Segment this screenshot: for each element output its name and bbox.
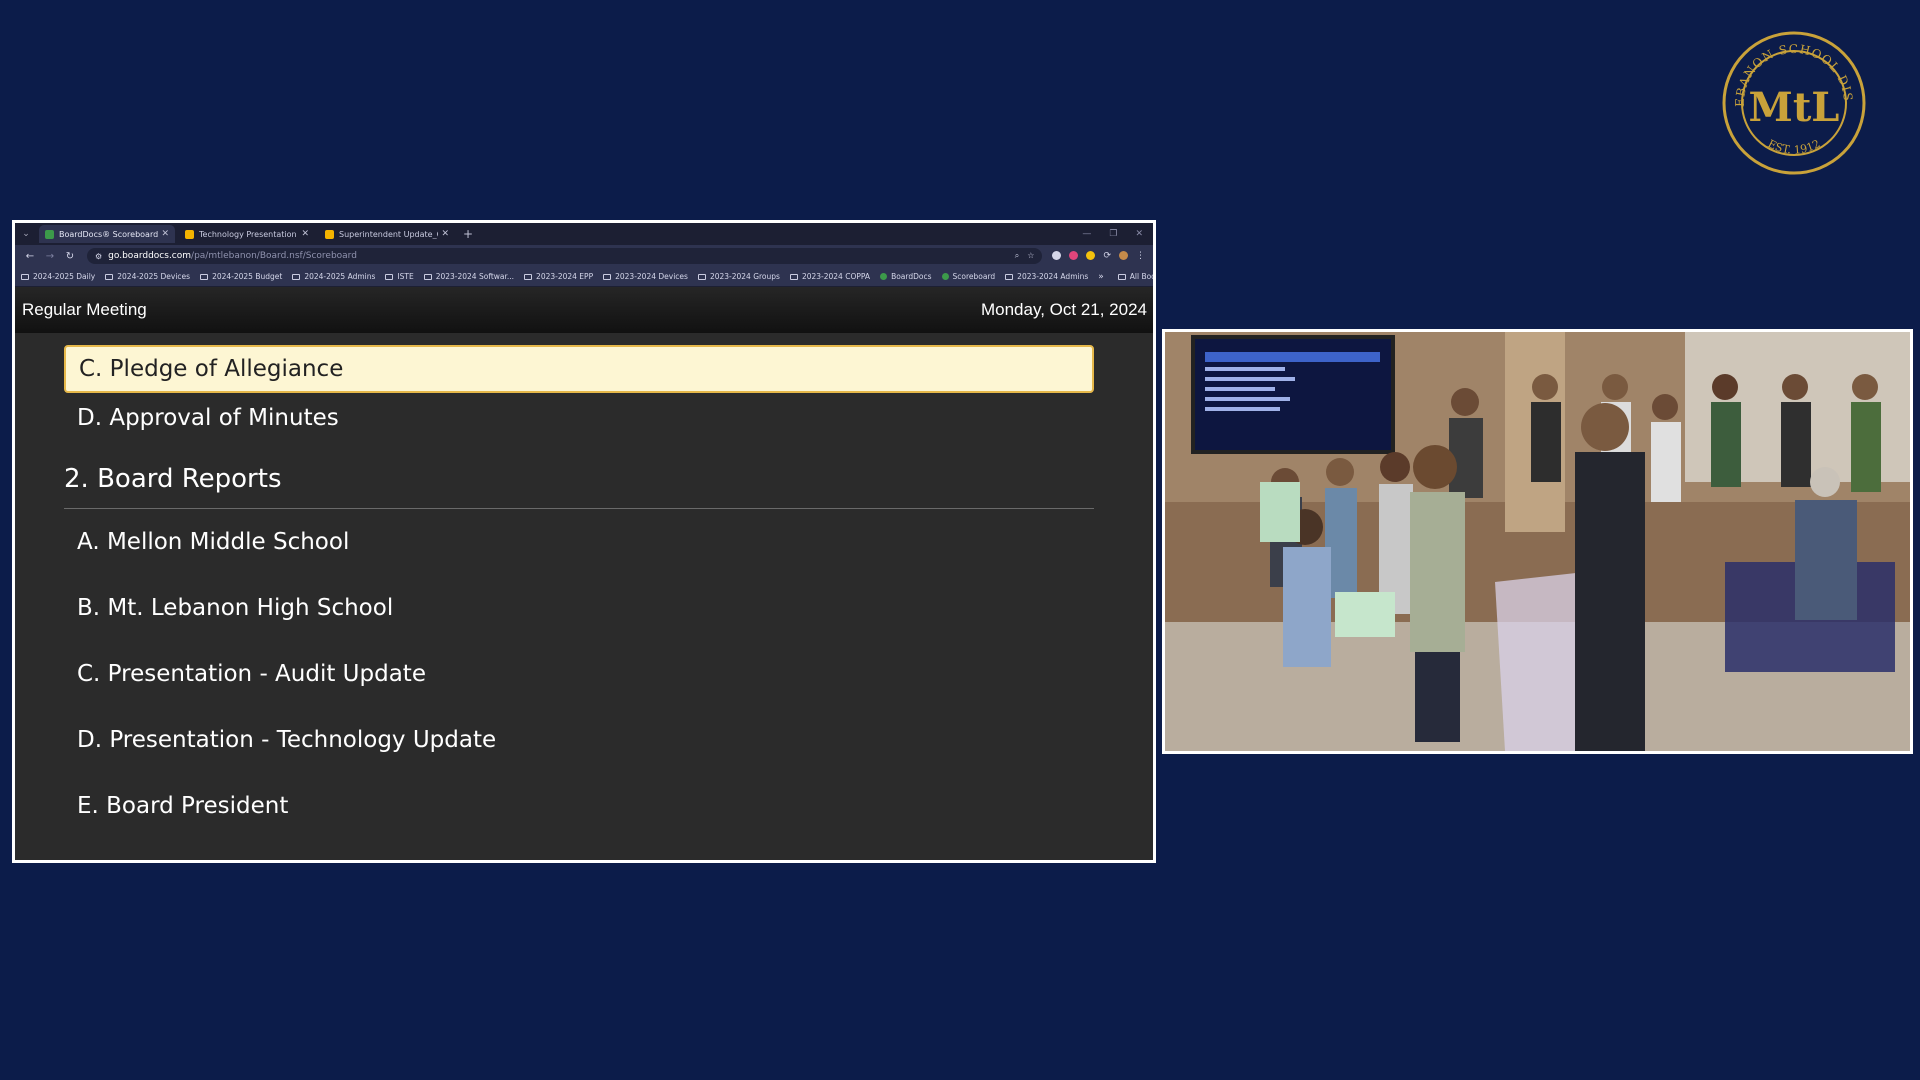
- extension-icon[interactable]: [1069, 251, 1079, 260]
- folder-icon: [1117, 273, 1126, 280]
- agenda-item[interactable]: D. Presentation - Technology Update: [64, 707, 1094, 773]
- agenda-item[interactable]: C. Presentation - Audit Update: [64, 641, 1094, 707]
- new-tab-icon[interactable]: +: [463, 227, 473, 241]
- url-input[interactable]: ⚙ go.boarddocs.com/pa/mtlebanon/Board.ns…: [87, 248, 1043, 264]
- meeting-video-feed: [1162, 329, 1913, 754]
- tab-boarddocs-scoreboard[interactable]: BoardDocs® Scoreboard ✕: [39, 225, 175, 243]
- minimize-icon[interactable]: —: [1082, 229, 1091, 239]
- folder-icon: [603, 273, 612, 280]
- slides-favicon-icon: [325, 229, 334, 239]
- agenda-item[interactable]: D. Approval of Minutes: [64, 393, 1094, 443]
- forward-arrow-icon[interactable]: →: [43, 251, 57, 262]
- folder-icon: [292, 273, 301, 280]
- tab-superintendent-update[interactable]: Superintendent Update_Octob ✕: [319, 225, 455, 243]
- agenda-item[interactable]: E. Board President: [64, 773, 1094, 839]
- boarddocs-favicon-icon: [941, 273, 949, 280]
- close-window-icon[interactable]: ✕: [1135, 229, 1143, 239]
- restore-icon[interactable]: ❐: [1109, 229, 1117, 239]
- reload-icon[interactable]: ↻: [63, 251, 77, 262]
- zoom-icon[interactable]: ⌕: [1015, 251, 1019, 261]
- bookmark-folder[interactable]: ISTE: [385, 272, 414, 281]
- bookmark-label: 2023-2024 Admins: [1017, 272, 1089, 281]
- bookmark-label: 2024-2025 Devices: [117, 272, 191, 281]
- folder-icon: [789, 273, 798, 280]
- folder-icon: [524, 273, 533, 280]
- tab-close-icon[interactable]: ✕: [301, 229, 309, 239]
- folder-icon: [105, 273, 114, 280]
- address-bar: ← → ↻ ⚙ go.boarddocs.com/pa/mtlebanon/Bo…: [15, 245, 1153, 267]
- tab-title: Technology Presentation - Sch: [199, 229, 298, 239]
- bookmark-folder[interactable]: 2023-2024 EPP: [524, 272, 593, 281]
- bookmark-label: All Bookmarks: [1129, 272, 1156, 281]
- meeting-title: Regular Meeting: [22, 300, 147, 319]
- bookmarks-bar: 2024-2025 Daily 2024-2025 Devices 2024-2…: [15, 267, 1153, 287]
- site-settings-icon[interactable]: ⚙: [95, 252, 102, 261]
- bookmark-folder[interactable]: 2024-2025 Budget: [200, 272, 282, 281]
- tab-title: BoardDocs® Scoreboard: [59, 229, 159, 239]
- tab-close-icon[interactable]: ✕: [441, 229, 449, 239]
- agenda-list: C. Pledge of Allegiance D. Approval of M…: [15, 345, 1153, 839]
- agenda-item-current[interactable]: C. Pledge of Allegiance: [64, 345, 1094, 393]
- back-arrow-icon[interactable]: ←: [23, 251, 37, 262]
- bookmark-label: 2023-2024 Groups: [709, 272, 780, 281]
- bookmark-star-icon[interactable]: ☆: [1027, 251, 1034, 261]
- folder-icon: [697, 273, 706, 280]
- bookmark-label: 2023-2024 Softwar...: [435, 272, 515, 281]
- bookmark-label: Scoreboard: [952, 272, 996, 281]
- all-bookmarks-folder[interactable]: All Bookmarks: [1117, 272, 1156, 281]
- agenda-section-heading[interactable]: 2. Board Reports: [64, 443, 1094, 509]
- bookmark-label: 2024-2025 Budget: [212, 272, 283, 281]
- tab-strip: ⌄ BoardDocs® Scoreboard ✕ Technology Pre…: [15, 223, 1153, 245]
- boarddocs-favicon-icon: [45, 229, 54, 239]
- bookmark-label: 2024-2025 Admins: [304, 272, 376, 281]
- tab-search-icon[interactable]: ⌄: [19, 227, 33, 241]
- url-path: /pa/mtlebanon/Board.nsf/Scoreboard: [191, 251, 357, 261]
- meeting-date: Monday, Oct 21, 2024: [980, 300, 1147, 319]
- slides-favicon-icon: [185, 229, 194, 239]
- bookmark-folder[interactable]: 2023-2024 COPPA: [789, 272, 871, 281]
- more-bookmarks-icon[interactable]: »: [1098, 272, 1104, 282]
- seal-monogram: MtL: [1749, 84, 1840, 131]
- url-host: go.boarddocs.com: [108, 251, 192, 261]
- bookmark-folder[interactable]: 2023-2024 Devices: [603, 272, 688, 281]
- agenda-item[interactable]: A. Mellon Middle School: [64, 509, 1094, 575]
- tab-technology-presentation[interactable]: Technology Presentation - Sch ✕: [179, 225, 315, 243]
- bookmark-label: ISTE: [397, 272, 414, 281]
- browser-window: ⌄ BoardDocs® Scoreboard ✕ Technology Pre…: [12, 220, 1156, 863]
- bookmark-label: 2023-2024 Devices: [615, 272, 688, 281]
- bookmark-folder[interactable]: 2023-2024 Admins: [1005, 272, 1088, 281]
- bookmark-folder[interactable]: 2023-2024 Groups: [697, 272, 780, 281]
- district-seal-logo: MT. LEBANON SCHOOL DISTRICT EST. 1912 Mt…: [1722, 31, 1866, 175]
- tab-title: Superintendent Update_Octob: [339, 229, 438, 239]
- profile-avatar[interactable]: [1119, 251, 1128, 260]
- extension-icon[interactable]: [1052, 251, 1062, 260]
- boarddocs-favicon-icon: [880, 273, 888, 280]
- folder-icon: [1005, 273, 1014, 280]
- tab-close-icon[interactable]: ✕: [161, 229, 169, 239]
- folder-icon: [423, 273, 432, 280]
- bookmark-link[interactable]: Scoreboard: [941, 272, 996, 281]
- folder-icon: [200, 273, 209, 280]
- extension-icon[interactable]: [1086, 251, 1096, 260]
- bookmark-label: BoardDocs: [891, 272, 932, 281]
- agenda-item[interactable]: B. Mt. Lebanon High School: [64, 575, 1094, 641]
- bookmark-folder[interactable]: 2023-2024 Softwar...: [423, 272, 515, 281]
- bookmark-label: 2023-2024 COPPA: [801, 272, 871, 281]
- bookmark-label: 2023-2024 EPP: [536, 272, 594, 281]
- bookmark-folder[interactable]: 2024-2025 Admins: [292, 272, 375, 281]
- meeting-header: Regular Meeting Monday, Oct 21, 2024: [15, 287, 1153, 333]
- bookmark-link[interactable]: BoardDocs: [880, 272, 932, 281]
- bookmark-label: 2024-2025 Daily: [33, 272, 96, 281]
- bookmark-folder[interactable]: 2024-2025 Daily: [21, 272, 95, 281]
- menu-kebab-icon[interactable]: ⋮: [1136, 251, 1145, 261]
- sync-icon[interactable]: ⟳: [1103, 251, 1111, 261]
- folder-icon: [385, 273, 394, 280]
- folder-icon: [21, 273, 29, 280]
- bookmark-folder[interactable]: 2024-2025 Devices: [105, 272, 190, 281]
